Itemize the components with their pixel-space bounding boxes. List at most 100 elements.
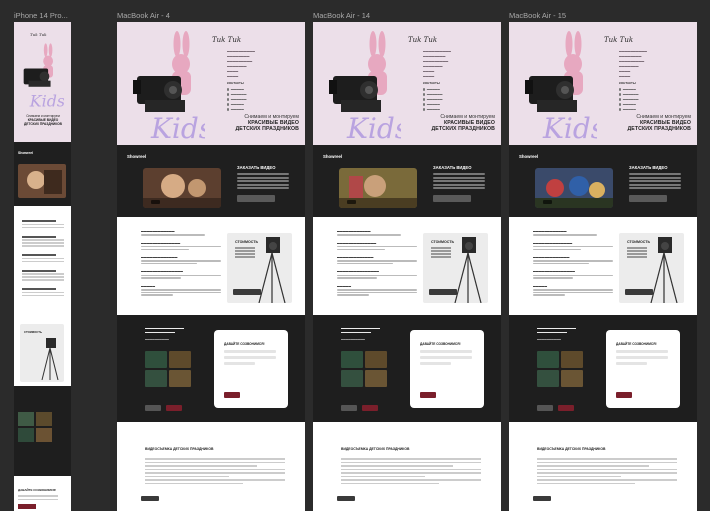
prev-button[interactable] <box>537 405 553 411</box>
services-section: ▬▬▬▬▬▬▬▬▬▬▬▬ ▬▬▬▬▬▬▬▬▬▬▬▬▬▬ ▬▬▬▬▬▬▬▬▬▬▬▬… <box>313 217 501 315</box>
gallery-section: ▬▬▬▬▬▬▬▬▬▬▬▬▬ ▬▬▬▬▬▬▬▬▬▬ ▬▬▬▬▬▬▬▬▬▬ ДАВАЙТ… <box>313 315 501 422</box>
submit-button[interactable] <box>616 392 632 398</box>
tagline: Снимаем и монтируем КРАСИВЫЕ ВИДЕО ДЕТСК… <box>235 114 299 132</box>
article-button[interactable] <box>337 496 355 501</box>
gallery-thumbnails[interactable] <box>341 351 387 387</box>
price-card: СТОИМОСТЬ <box>20 324 64 382</box>
article-title: ВИДЕОСЪЕМКА ДЕТСКИХ ПРАЗДНИКОВ <box>537 447 606 451</box>
contact-section: ДАВАЙТЕ СОЗВОНИМСЯ! <box>14 476 71 511</box>
play-icon[interactable] <box>543 200 552 204</box>
phone-field[interactable] <box>420 356 472 359</box>
more-button[interactable] <box>166 405 182 411</box>
gallery-section <box>14 386 71 476</box>
gallery-thumbnails[interactable] <box>18 412 52 442</box>
submit-button[interactable] <box>224 392 240 398</box>
contacts-list[interactable]: ▬▬▬▬▬ ▬▬▬▬▬▬ ▬▬▬▬▬▬ ▬▬▬▬▬ ▬▬▬▬▬ <box>423 87 443 112</box>
frame-label-macbook-14[interactable]: MacBook Air - 14 <box>313 11 370 20</box>
showreel-section: Showreel ЗАКАЗАТЬ ВИДЕО <box>313 145 501 217</box>
artboard-iphone[interactable]: Tuk Tuk Kids Снимаем и монтируем КРАСИВЫ… <box>14 22 71 511</box>
more-button[interactable] <box>362 405 378 411</box>
svg-text:Kids: Kids <box>346 112 401 142</box>
gallery-thumbnails[interactable] <box>145 351 191 387</box>
frame-label-iphone[interactable]: iPhone 14 Pro... <box>14 11 68 20</box>
price-title: СТОИМОСТЬ <box>235 240 259 244</box>
hero-illustration: Kids <box>23 43 64 110</box>
tagline-3: ДЕТСКИХ ПРАЗДНИКОВ <box>627 126 691 132</box>
contacts-list[interactable]: ▬▬▬▬▬ ▬▬▬▬▬▬ ▬▬▬▬▬▬ ▬▬▬▬▬ ▬▬▬▬▬ <box>619 87 639 112</box>
svg-text:Kids: Kids <box>542 112 597 142</box>
article-title: ВИДЕОСЪЕМКА ДЕТСКИХ ПРАЗДНИКОВ <box>341 447 410 451</box>
services-section: СТОИМОСТЬ <box>14 206 71 386</box>
order-title: ЗАКАЗАТЬ ВИДЕО <box>237 165 276 170</box>
showreel-video[interactable] <box>18 164 66 198</box>
article-section: ВИДЕОСЪЕМКА ДЕТСКИХ ПРАЗДНИКОВ <box>509 422 697 511</box>
tripod-camera-icon <box>454 237 482 303</box>
artboard-macbook-4[interactable]: Kids Tuk Tuk ▬▬▬▬▬▬▬▬▬▬▬▬▬▬▬▬▬▬▬▬▬▬▬▬▬▬▬… <box>117 22 305 511</box>
hero-illustration: Kids <box>133 31 205 142</box>
name-field[interactable] <box>616 350 668 353</box>
contact-form: ДАВАЙТЕ СОЗВОНИМСЯ! <box>214 330 288 408</box>
article-section: ВИДЕОСЪЕМКА ДЕТСКИХ ПРАЗДНИКОВ <box>313 422 501 511</box>
name-field[interactable] <box>420 350 472 353</box>
hero-illustration: Kids <box>329 31 401 142</box>
prev-button[interactable] <box>341 405 357 411</box>
order-button[interactable] <box>237 195 275 202</box>
article-button[interactable] <box>533 496 551 501</box>
showreel-title: Showreel <box>127 154 147 159</box>
prev-button[interactable] <box>145 405 161 411</box>
order-button[interactable] <box>433 195 471 202</box>
phone-field[interactable] <box>616 356 668 359</box>
showreel-section: Showreel <box>14 142 71 206</box>
contacts-title: КОНТАКТЫ <box>227 81 244 85</box>
frame-label-macbook-15[interactable]: MacBook Air - 15 <box>509 11 566 20</box>
article-title: ВИДЕОСЪЕМКА ДЕТСКИХ ПРАЗДНИКОВ <box>145 447 214 451</box>
logo: Tuk Tuk <box>30 32 47 37</box>
hero-section: Kids Tuk Tuk ▬▬▬▬▬▬▬▬▬▬▬▬▬▬▬▬▬▬▬▬▬▬▬▬▬▬▬… <box>509 22 697 145</box>
artboard-macbook-15[interactable]: Kids Tuk Tuk ▬▬▬▬▬▬▬▬▬▬▬▬▬▬▬▬▬▬▬▬▬▬▬▬▬▬▬… <box>509 22 697 511</box>
svg-text:Kids: Kids <box>150 112 205 142</box>
phone-field[interactable] <box>224 356 276 359</box>
tripod-camera-icon <box>41 338 59 380</box>
gallery-section: ▬▬▬▬▬▬▬▬▬▬▬▬▬ ▬▬▬▬▬▬▬▬▬▬ ▬▬▬▬▬▬▬▬▬▬ ДАВАЙТ… <box>509 315 697 422</box>
tripod-camera-icon <box>258 237 286 303</box>
nav-menu[interactable]: ▬▬▬▬▬▬▬▬▬▬ ▬▬▬▬▬▬▬▬ ▬▬▬▬▬▬▬▬▬ ▬▬▬▬▬▬▬ ▬▬▬▬ ▬▬… <box>227 49 255 79</box>
nav-menu[interactable]: ▬▬▬▬▬▬▬▬▬▬ ▬▬▬▬▬▬▬▬ ▬▬▬▬▬▬▬▬▬ ▬▬▬▬▬▬▬ ▬▬▬▬ ▬▬… <box>619 49 647 79</box>
showreel-title: Showreel <box>18 151 34 155</box>
order-title: ЗАКАЗАТЬ ВИДЕО <box>629 165 668 170</box>
hero-illustration: Kids <box>525 31 597 142</box>
send-button[interactable] <box>18 504 36 509</box>
nav-menu[interactable]: ▬▬▬▬▬▬▬▬▬▬ ▬▬▬▬▬▬▬▬ ▬▬▬▬▬▬▬▬▬ ▬▬▬▬▬▬▬ ▬▬▬▬ ▬▬… <box>423 49 451 79</box>
showreel-video[interactable] <box>143 168 221 208</box>
showreel-title: Showreel <box>323 154 343 159</box>
frame-label-macbook-4[interactable]: MacBook Air - 4 <box>117 11 170 20</box>
play-icon[interactable] <box>151 200 160 204</box>
play-icon[interactable] <box>347 200 356 204</box>
price-card: СТОИМОСТЬ <box>227 233 292 303</box>
showreel-video[interactable] <box>339 168 417 208</box>
hero-section: Kids Tuk Tuk ▬▬▬▬▬▬▬▬▬▬▬▬▬▬▬▬▬▬▬▬▬▬▬▬▬▬▬… <box>313 22 501 145</box>
showreel-video[interactable] <box>535 168 613 208</box>
services-section: ▬▬▬▬▬▬▬▬▬▬▬▬ ▬▬▬▬▬▬▬▬▬▬▬▬▬▬ ▬▬▬▬▬▬▬▬▬▬▬▬… <box>117 217 305 315</box>
hero-section: Tuk Tuk Kids Снимаем и монтируем КРАСИВЫ… <box>14 22 71 142</box>
tagline: Снимаем и монтируем КРАСИВЫЕ ВИДЕО ДЕТСК… <box>431 114 495 132</box>
gallery-section: ▬▬▬▬▬▬▬▬▬▬▬▬▬ ▬▬▬▬▬▬▬▬▬▬ ▬▬▬▬▬▬▬▬▬▬ ДАВАЙТ… <box>117 315 305 422</box>
artboard-macbook-14[interactable]: Kids Tuk Tuk ▬▬▬▬▬▬▬▬▬▬▬▬▬▬▬▬▬▬▬▬▬▬▬▬▬▬▬… <box>313 22 501 511</box>
services-list: ▬▬▬▬▬▬▬▬▬▬▬▬ ▬▬▬▬▬▬▬▬▬▬▬▬▬▬ ▬▬▬▬▬▬▬▬▬▬▬▬… <box>337 229 417 301</box>
logo: Tuk Tuk <box>212 36 242 44</box>
price-title: СТОИМОСТЬ <box>24 330 42 334</box>
contacts-title: КОНТАКТЫ <box>619 81 636 85</box>
order-title: ЗАКАЗАТЬ ВИДЕО <box>433 165 472 170</box>
services-list: ▬▬▬▬▬▬▬▬▬▬▬▬ ▬▬▬▬▬▬▬▬▬▬▬▬▬▬ ▬▬▬▬▬▬▬▬▬▬▬▬… <box>533 229 613 301</box>
form-title: ДАВАЙТЕ СОЗВОНИМСЯ! <box>420 342 461 346</box>
contacts-list[interactable]: ▬▬▬▬▬ ▬▬▬▬▬▬ ▬▬▬▬▬▬ ▬▬▬▬▬ ▬▬▬▬▬ <box>227 87 247 112</box>
name-field[interactable] <box>224 350 276 353</box>
price-title: СТОИМОСТЬ <box>627 240 651 244</box>
more-button[interactable] <box>558 405 574 411</box>
order-button[interactable] <box>629 195 667 202</box>
submit-button[interactable] <box>420 392 436 398</box>
article-button[interactable] <box>141 496 159 501</box>
tagline-3: ДЕТСКИХ ПРАЗДНИКОВ <box>235 126 299 132</box>
gallery-thumbnails[interactable] <box>537 351 583 387</box>
logo: Tuk Tuk <box>408 36 438 44</box>
tagline: Снимаем и монтируем КРАСИВЫЕ ВИДЕО ДЕТСК… <box>627 114 691 132</box>
